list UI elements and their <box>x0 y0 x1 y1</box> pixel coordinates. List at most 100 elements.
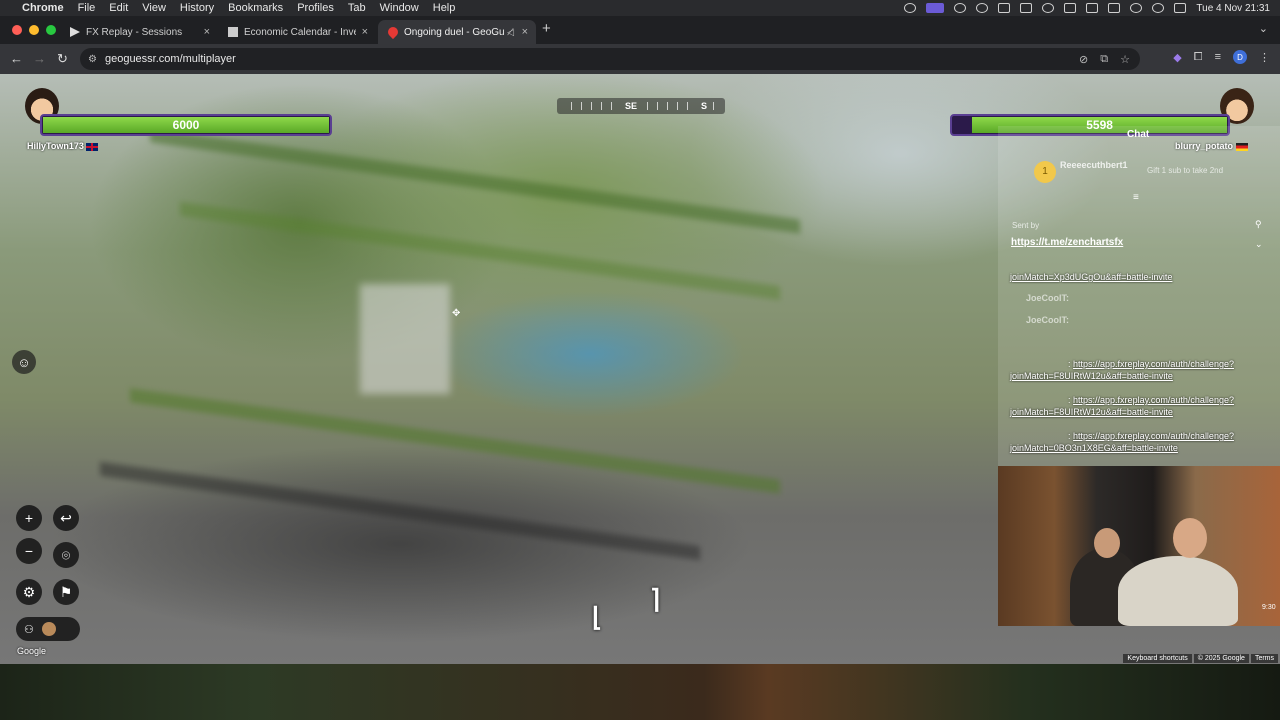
player-left-health-value: 6000 <box>172 118 200 132</box>
menubar-clock[interactable]: Tue 4 Nov 21:31 <box>1196 3 1270 14</box>
zoom-window-button[interactable] <box>46 25 56 35</box>
close-tab-icon[interactable]: × <box>362 26 368 38</box>
keyboard-shortcuts-link[interactable]: Keyboard shortcuts <box>1123 654 1192 663</box>
stage-manager-icon[interactable] <box>1064 3 1077 13</box>
reload-button[interactable]: ↻ <box>57 51 68 67</box>
menubar-status-area: Tue 4 Nov 21:31 <box>904 0 1270 16</box>
site-info-icon[interactable]: ⚙ <box>88 54 97 65</box>
motion-blur-decoration <box>130 388 780 494</box>
tab-title: Economic Calendar - Investin <box>244 26 356 38</box>
team-members-pill[interactable]: ⚇ <box>16 617 80 641</box>
screen-record-icon[interactable] <box>926 3 945 13</box>
pinned-sent-by: Sent by <box>1012 221 1040 230</box>
tab-geoguessr-duel[interactable]: Ongoing duel - GeoGuess ◁̸ × <box>378 20 536 44</box>
status-a-icon[interactable] <box>998 3 1011 13</box>
chat-message-user: JoeCoolT: <box>1026 315 1070 325</box>
back-button[interactable]: ← <box>10 51 23 66</box>
webcam-person-left-head <box>1094 528 1120 558</box>
extension-gem-icon[interactable]: ◆ <box>1173 51 1181 64</box>
smiley-icon: ☺ <box>17 354 31 370</box>
menu-help[interactable]: Help <box>433 2 456 14</box>
tab-economic-calendar[interactable]: Economic Calendar - Investin × <box>218 20 376 44</box>
street-arrow-left-icon[interactable]: ⌊ <box>592 602 602 633</box>
tab-title: Ongoing duel - GeoGuess <box>404 26 504 38</box>
profile-avatar[interactable]: D <box>1233 50 1247 64</box>
address-bar-actions: ⊘ ⧉ ☆ <box>1079 53 1130 66</box>
new-tab-button[interactable]: + <box>542 20 551 37</box>
macos-menubar: Chrome File Edit View History Bookmarks … <box>0 0 1280 16</box>
chatgpt-icon[interactable] <box>954 3 967 13</box>
battery-icon[interactable] <box>1108 3 1121 13</box>
tab-title: FX Replay - Sessions <box>86 26 183 38</box>
street-arrow-right-icon[interactable]: ⌉ <box>650 584 660 615</box>
webcam-person-right-head <box>1173 518 1207 558</box>
close-tab-icon[interactable]: × <box>522 26 528 38</box>
menu-app-name[interactable]: Chrome <box>22 2 64 14</box>
tab-search-icon[interactable]: ⌄ <box>1259 22 1268 35</box>
obs-icon[interactable] <box>976 3 989 13</box>
street-view-panorama[interactable]: SE S 6000 HillyTown173 5598 blurry_potat… <box>0 74 1280 664</box>
donation-rank-badge: 1 <box>1034 161 1056 183</box>
tab-fx-replay[interactable]: FX Replay - Sessions × <box>60 20 218 44</box>
browser-tabbar: FX Replay - Sessions × Economic Calendar… <box>0 16 1280 44</box>
window-controls <box>12 25 56 35</box>
camera-blocked-icon[interactable]: ⊘ <box>1079 53 1088 66</box>
chat-collapse-icon[interactable]: ≡ <box>1133 192 1139 203</box>
uk-flag-icon <box>85 142 98 151</box>
chrome-menu-icon[interactable]: ⋮ <box>1259 51 1270 64</box>
pinned-message-link[interactable]: https://t.me/zenchartsfx <box>1011 237 1123 248</box>
address-bar[interactable]: ⚙ geoguessr.com/multiplayer ⊘ ⧉ ☆ <box>80 48 1140 70</box>
player-left-name-text: HillyTown173 <box>27 141 84 151</box>
zoom-out-button[interactable]: − <box>16 538 42 564</box>
minimize-window-button[interactable] <box>29 25 39 35</box>
muted-audio-icon[interactable]: ◁̸ <box>507 27 514 38</box>
chat-message-user: : <box>1068 359 1071 369</box>
zoom-in-button[interactable]: + <box>16 505 42 531</box>
status-app-icon[interactable] <box>904 3 917 13</box>
chevron-down-icon[interactable]: ⌄ <box>1255 239 1263 250</box>
menu-bookmarks[interactable]: Bookmarks <box>228 2 283 14</box>
settings-button[interactable]: ⚙ <box>16 579 42 605</box>
url-text[interactable]: geoguessr.com/multiplayer <box>105 53 236 65</box>
car-icon[interactable] <box>1086 3 1099 13</box>
bookmark-star-icon[interactable]: ☆ <box>1120 53 1130 66</box>
install-app-icon[interactable]: ⧉ <box>1100 53 1108 66</box>
forward-button[interactable]: → <box>33 51 46 66</box>
gift-sub-text[interactable]: Gift 1 sub to take 2nd <box>1147 166 1223 175</box>
chat-message-link[interactable]: joinMatch=Xp3dUGgOu&aff=battle-invite <box>1010 272 1172 282</box>
compass-strip: SE S <box>557 98 725 114</box>
pin-icon[interactable]: ⚲ <box>1255 219 1262 230</box>
menu-view[interactable]: View <box>142 2 166 14</box>
return-to-start-button[interactable]: ⌾ <box>53 542 79 568</box>
chat-message-user: : <box>1068 431 1071 441</box>
undo-move-button[interactable]: ↩ <box>53 505 79 531</box>
checkpoint-button[interactable]: ⚑ <box>53 579 79 605</box>
menu-history[interactable]: History <box>180 2 214 14</box>
media-play-icon[interactable] <box>1042 3 1055 13</box>
menu-profiles[interactable]: Profiles <box>297 2 334 14</box>
status-cursor-icon[interactable] <box>1020 3 1033 13</box>
geoguessr-pin-icon <box>385 24 401 40</box>
menu-file[interactable]: File <box>78 2 96 14</box>
chat-message: : https://app.fxreplay.com/auth/challeng… <box>1010 394 1260 418</box>
player-left-health-fill: 6000 <box>43 117 329 133</box>
menu-edit[interactable]: Edit <box>109 2 128 14</box>
menu-tab[interactable]: Tab <box>348 2 366 14</box>
webcam-person-right <box>1118 556 1238 626</box>
terms-link[interactable]: Terms <box>1250 654 1278 663</box>
copyright-text: © 2025 Google <box>1193 654 1249 663</box>
building-wall-decoration <box>360 284 450 394</box>
extensions-puzzle-icon[interactable]: ⧠ <box>1194 51 1203 64</box>
close-tab-icon[interactable]: × <box>204 26 210 38</box>
control-center-icon[interactable] <box>1174 3 1187 13</box>
reading-list-icon[interactable]: ≡ <box>1215 51 1221 63</box>
chat-message: : https://app.fxreplay.com/auth/challeng… <box>1010 430 1260 454</box>
menu-window[interactable]: Window <box>380 2 419 14</box>
emote-button[interactable]: ☺ <box>12 350 36 374</box>
map-attribution: Keyboard shortcuts © 2025 Google Terms <box>1123 654 1278 663</box>
browser-toolbar: ← → ↻ ⚙ geoguessr.com/multiplayer ⊘ ⧉ ☆ … <box>0 44 1280 74</box>
close-window-button[interactable] <box>12 25 22 35</box>
cursor-move-icon: ✥ <box>452 308 461 319</box>
wifi-icon[interactable] <box>1130 3 1143 13</box>
spotlight-icon[interactable] <box>1152 3 1165 13</box>
